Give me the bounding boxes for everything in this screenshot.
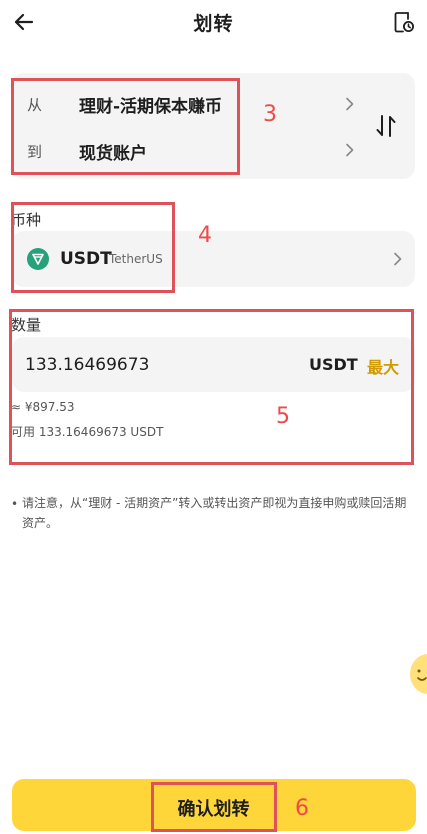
notice-bullet: • xyxy=(11,497,19,511)
chevron-right-icon[interactable] xyxy=(345,97,355,111)
amount-input[interactable] xyxy=(25,352,265,378)
usdt-logo-icon xyxy=(27,248,49,270)
fiat-estimate: ≈ ¥897.53 xyxy=(11,400,75,414)
amount-unit: USDT xyxy=(309,355,358,374)
annotation-number-5: 5 xyxy=(276,404,290,429)
to-account-value[interactable]: 现货账户 xyxy=(79,139,147,164)
max-button[interactable]: 最大 xyxy=(367,354,399,378)
annotation-number-6: 6 xyxy=(295,796,309,821)
currency-section-label: 币种 xyxy=(11,211,42,229)
transfer-accounts-card xyxy=(12,73,415,179)
from-account-value[interactable]: 理财-活期保本赚币 xyxy=(79,92,222,117)
currency-name: TetherUS xyxy=(109,252,163,266)
notice-text: 请注意，从“理财 - 活期资产”转入或转出资产即视为直接申购或赎回活期资产。 xyxy=(22,496,407,530)
currency-symbol: USDT xyxy=(60,249,112,269)
to-label: 到 xyxy=(27,143,43,161)
history-document-icon[interactable] xyxy=(392,10,416,34)
chevron-right-icon[interactable] xyxy=(345,143,355,157)
amount-section-label: 数量 xyxy=(11,316,42,334)
annotation-number-4: 4 xyxy=(198,223,212,248)
confirm-transfer-label[interactable]: 确认划转 xyxy=(0,795,427,821)
chevron-right-icon[interactable] xyxy=(393,252,403,266)
floating-assistant-icon[interactable] xyxy=(404,652,427,696)
page-title: 划转 xyxy=(193,13,234,35)
available-balance: 可用 133.16469673 USDT xyxy=(11,425,164,439)
swap-arrows-icon[interactable] xyxy=(374,113,398,139)
from-label: 从 xyxy=(27,96,43,114)
annotation-number-3: 3 xyxy=(263,102,277,127)
